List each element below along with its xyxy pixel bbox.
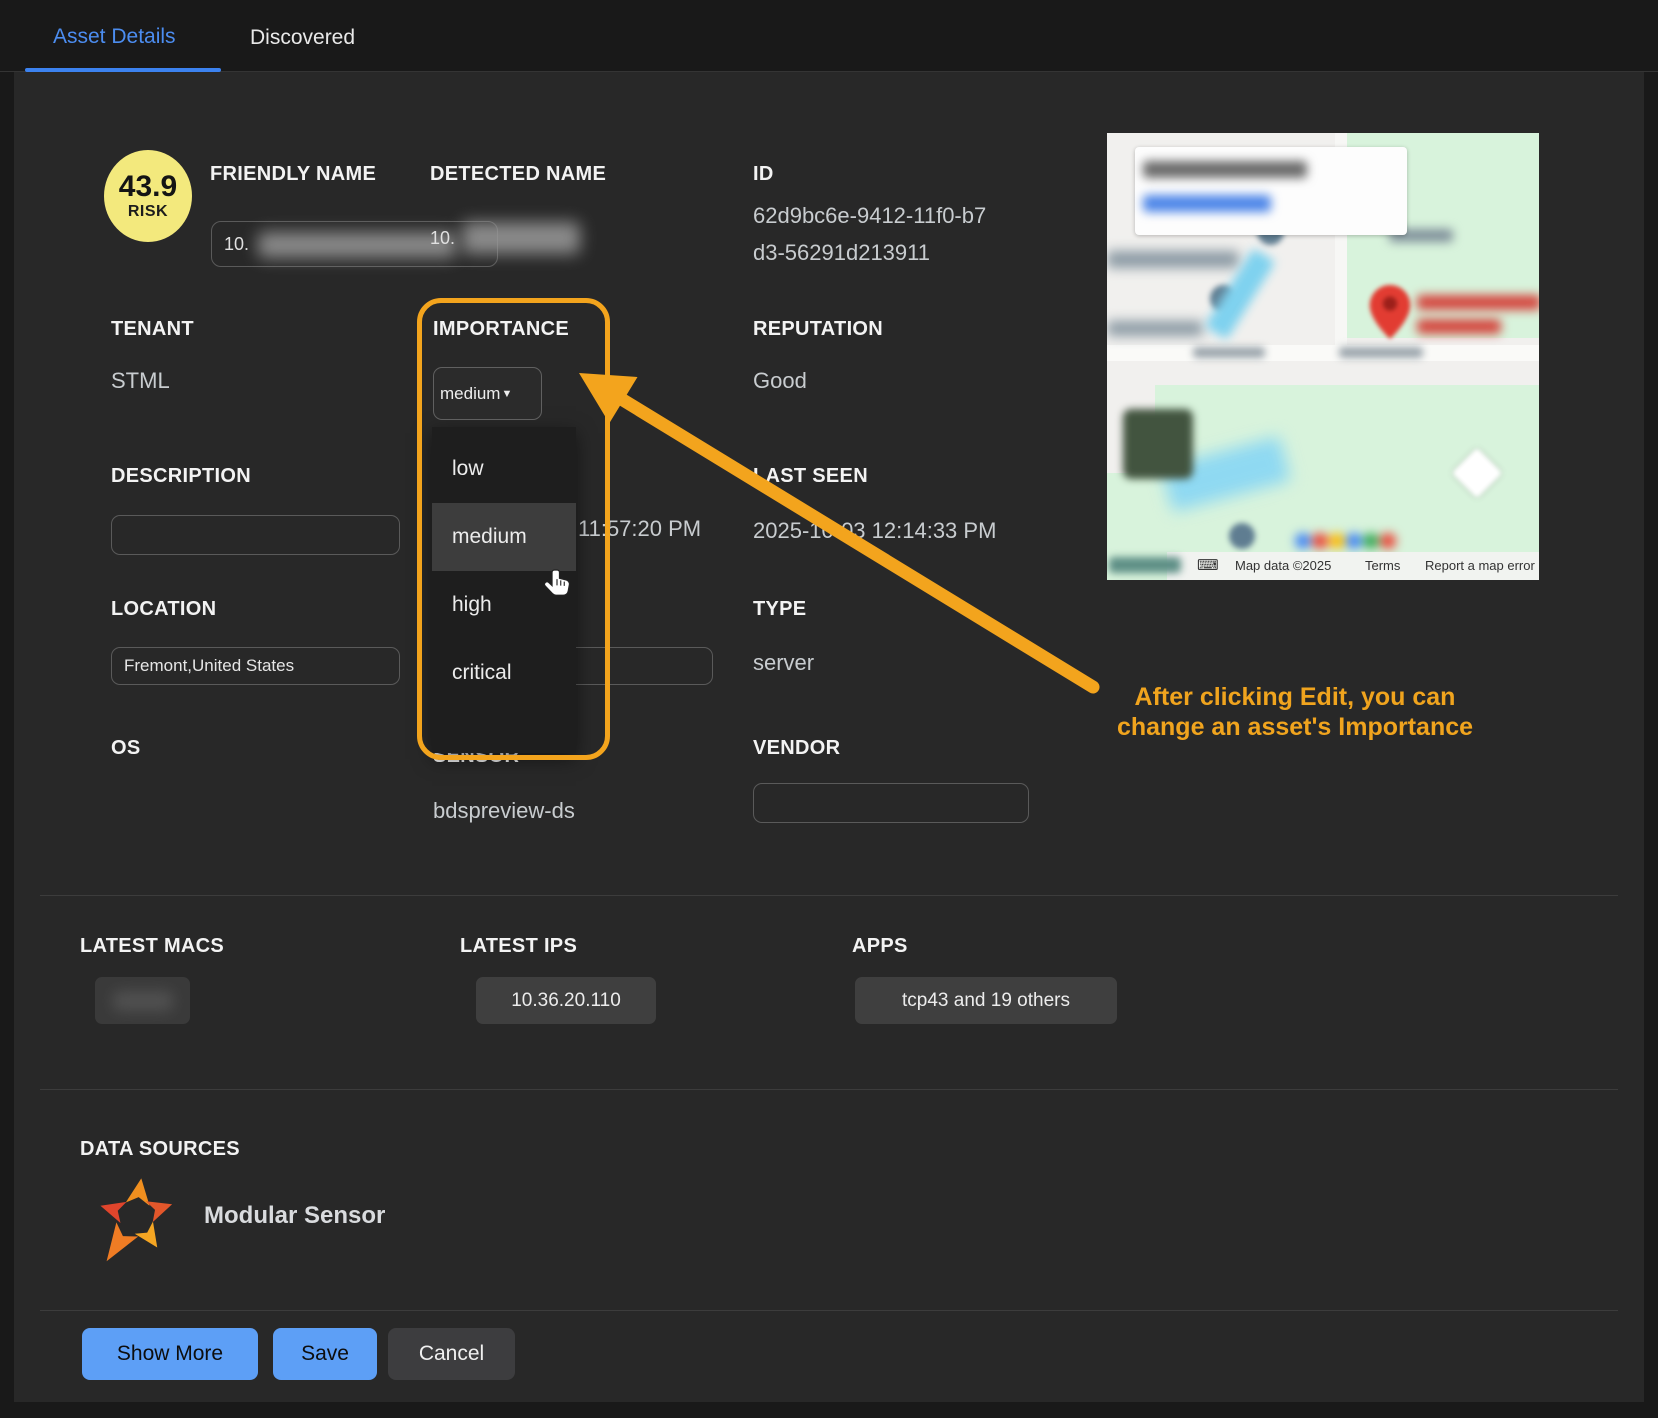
mac-blurred-value	[113, 991, 173, 1011]
tab-discovered[interactable]: Discovered	[250, 26, 355, 50]
apps-chip[interactable]: tcp43 and 19 others	[855, 977, 1117, 1024]
reputation-label: REPUTATION	[753, 318, 883, 341]
type-value: server	[753, 650, 814, 676]
map-blurred-road-label	[1339, 347, 1423, 358]
map-terms-link[interactable]: Terms	[1365, 558, 1400, 573]
os-label: OS	[111, 737, 141, 760]
map-blurred-label	[1107, 251, 1239, 268]
map-card-blurred-title	[1143, 161, 1307, 178]
importance-dropdown-menu: low medium high critical	[432, 427, 576, 753]
map-report-error-link[interactable]: Report a map error	[1425, 558, 1535, 573]
data-sources-label: DATA SOURCES	[80, 1138, 240, 1161]
divider	[40, 895, 1618, 896]
map-pin-icon	[1369, 285, 1411, 339]
risk-badge: 43.9 RISK	[104, 150, 192, 242]
tab-bar: Asset Details Discovered	[0, 0, 1658, 72]
tenant-value: STML	[111, 368, 170, 394]
show-more-button[interactable]: Show More	[82, 1328, 258, 1380]
detected-name-label: DETECTED NAME	[430, 163, 606, 186]
annotation-text: After clicking Edit, you can change an a…	[1095, 682, 1495, 742]
type-label: TYPE	[753, 598, 806, 621]
annotation-line2: change an asset's Importance	[1095, 712, 1495, 742]
divider	[40, 1310, 1618, 1311]
importance-selected-value: medium	[440, 384, 500, 404]
asset-details-page: Asset Details Discovered 43.9 RISK FRIEN…	[0, 0, 1658, 1418]
id-value-line1: 62d9bc6e-9412-11f0-b7	[753, 203, 986, 229]
save-button[interactable]: Save	[273, 1328, 377, 1380]
id-label: ID	[753, 163, 774, 186]
importance-option-high[interactable]: high	[432, 571, 576, 639]
importance-option-low[interactable]: low	[432, 435, 576, 503]
id-value-line2: d3-56291d213911	[753, 240, 930, 266]
divider	[40, 1089, 1618, 1090]
data-source-name: Modular Sensor	[204, 1202, 385, 1230]
vendor-label: VENDOR	[753, 737, 840, 760]
last-seen-label: LAST SEEN	[753, 465, 868, 488]
tab-asset-details[interactable]: Asset Details	[53, 25, 176, 49]
map-pin-blurred-label	[1417, 319, 1501, 334]
map-dark-green-block	[1123, 409, 1193, 479]
map-road	[1107, 345, 1539, 361]
description-label: DESCRIPTION	[111, 465, 251, 488]
latest-mac-chip-blurred[interactable]	[95, 977, 190, 1024]
last-seen-value: 2025-10-03 12:14:33 PM	[753, 518, 996, 544]
map-blurred-road-label	[1193, 347, 1265, 358]
location-map[interactable]: ⌨ Map data ©2025 Terms Report a map erro…	[1107, 133, 1539, 580]
map-blurred-label	[1107, 321, 1203, 336]
keyboard-icon[interactable]: ⌨	[1197, 556, 1219, 574]
importance-option-critical[interactable]: critical	[432, 639, 576, 707]
friendly-name-visible-text: 10.	[224, 234, 249, 255]
location-input[interactable]	[111, 647, 400, 685]
map-info-card	[1135, 147, 1407, 235]
apps-label: APPS	[852, 935, 908, 958]
detected-name-blurred-value	[462, 222, 580, 254]
importance-label: IMPORTANCE	[433, 318, 569, 341]
map-data-attribution: Map data ©2025	[1235, 558, 1331, 573]
risk-score: 43.9	[119, 171, 177, 203]
importance-option-medium[interactable]: medium	[432, 503, 576, 571]
latest-macs-label: LATEST MACS	[80, 935, 224, 958]
map-attribution: ⌨ Map data ©2025 Terms Report a map erro…	[1107, 552, 1539, 580]
first-seen-value-partial: 11:57:20 PM	[578, 516, 701, 542]
location-label: LOCATION	[111, 598, 216, 621]
map-pin-blurred-label	[1417, 295, 1539, 310]
map-blurred-place-label	[1109, 557, 1181, 573]
detected-name-visible-text: 10.	[430, 228, 455, 249]
importance-select[interactable]: medium ▼	[433, 367, 542, 420]
map-card-blurred-link[interactable]	[1143, 195, 1271, 212]
description-input[interactable]	[111, 515, 400, 555]
latest-ip-chip[interactable]: 10.36.20.110	[476, 977, 656, 1024]
chevron-down-icon: ▼	[501, 388, 512, 400]
map-poi-icon	[1229, 523, 1255, 549]
reputation-value: Good	[753, 368, 807, 394]
friendly-name-label: FRIENDLY NAME	[210, 163, 376, 186]
latest-ips-label: LATEST IPS	[460, 935, 577, 958]
cancel-button[interactable]: Cancel	[388, 1328, 515, 1380]
annotation-line1: After clicking Edit, you can	[1095, 682, 1495, 712]
sensor-value: bdspreview-ds	[433, 798, 575, 824]
tenant-label: TENANT	[111, 318, 194, 341]
risk-label: RISK	[128, 203, 168, 221]
vendor-input[interactable]	[753, 783, 1029, 823]
friendly-name-blurred-value	[258, 232, 456, 258]
modular-sensor-icon	[86, 1172, 186, 1276]
